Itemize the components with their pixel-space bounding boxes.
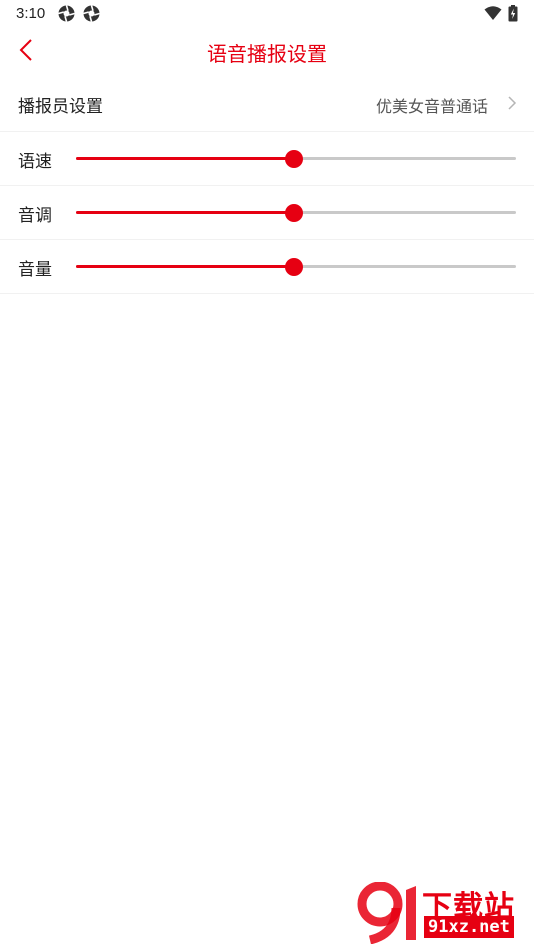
slider-thumb[interactable] [284, 258, 303, 276]
volume-slider[interactable] [76, 258, 516, 276]
speech-rate-label: 语速 [18, 152, 52, 172]
aperture-icon [83, 5, 100, 22]
status-bar: 3:10 [0, 0, 534, 28]
broadcaster-setting-row[interactable]: 播报员设置 优美女音普通话 [0, 77, 534, 132]
broadcaster-value: 优美女音普通话 [375, 97, 488, 116]
speech-rate-row: 语速 [0, 132, 534, 186]
speech-rate-slider[interactable] [76, 150, 516, 168]
page-title: 语音播报设置 [207, 42, 327, 66]
volume-label: 音量 [18, 260, 52, 280]
chevron-right-icon [506, 95, 518, 111]
slider-fill [76, 211, 294, 214]
wifi-icon [484, 6, 502, 25]
watermark-logo: 下载站 91xz.net [356, 881, 528, 945]
broadcaster-label: 播报员设置 [18, 97, 103, 117]
pitch-label: 音调 [18, 206, 52, 226]
pitch-slider[interactable] [76, 204, 516, 222]
aperture-icon [58, 5, 75, 22]
slider-thumb[interactable] [284, 204, 303, 222]
slider-thumb[interactable] [284, 150, 303, 168]
nav-bar: 语音播报设置 [0, 28, 534, 76]
status-time: 3:10 [16, 5, 46, 22]
status-icons [484, 5, 518, 26]
battery-charging-icon [508, 5, 518, 26]
slider-fill [76, 157, 294, 160]
slider-fill [76, 265, 294, 268]
volume-row: 音量 [0, 240, 534, 294]
logo-icon [356, 881, 422, 945]
pitch-row: 音调 [0, 186, 534, 240]
watermark-url: 91xz.net [424, 916, 514, 938]
